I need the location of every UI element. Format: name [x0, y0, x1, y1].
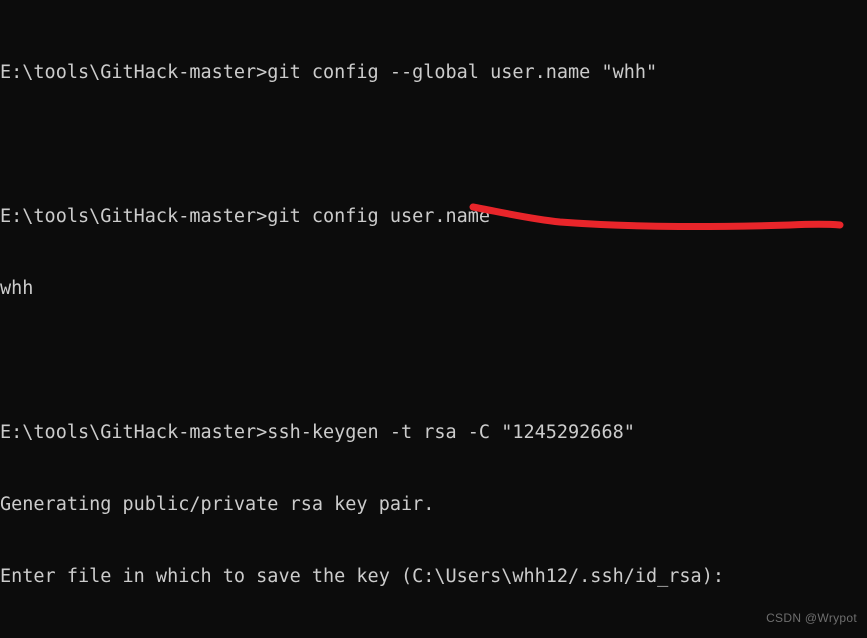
console-line: E:\tools\GitHack-master>ssh-keygen -t rs…	[0, 422, 635, 443]
console-line: Enter file in which to save the key (C:\…	[0, 566, 724, 587]
terminal-window[interactable]: E:\tools\GitHack-master>git config --glo…	[0, 0, 867, 638]
console-output: E:\tools\GitHack-master>git config --glo…	[0, 13, 867, 638]
console-line: Generating public/private rsa key pair.	[0, 494, 435, 515]
console-line: E:\tools\GitHack-master>git config user.…	[0, 206, 491, 227]
console-line: whh	[0, 278, 34, 299]
watermark: CSDN @Wrypot	[766, 611, 857, 625]
console-line: E:\tools\GitHack-master>git config --glo…	[0, 62, 658, 83]
